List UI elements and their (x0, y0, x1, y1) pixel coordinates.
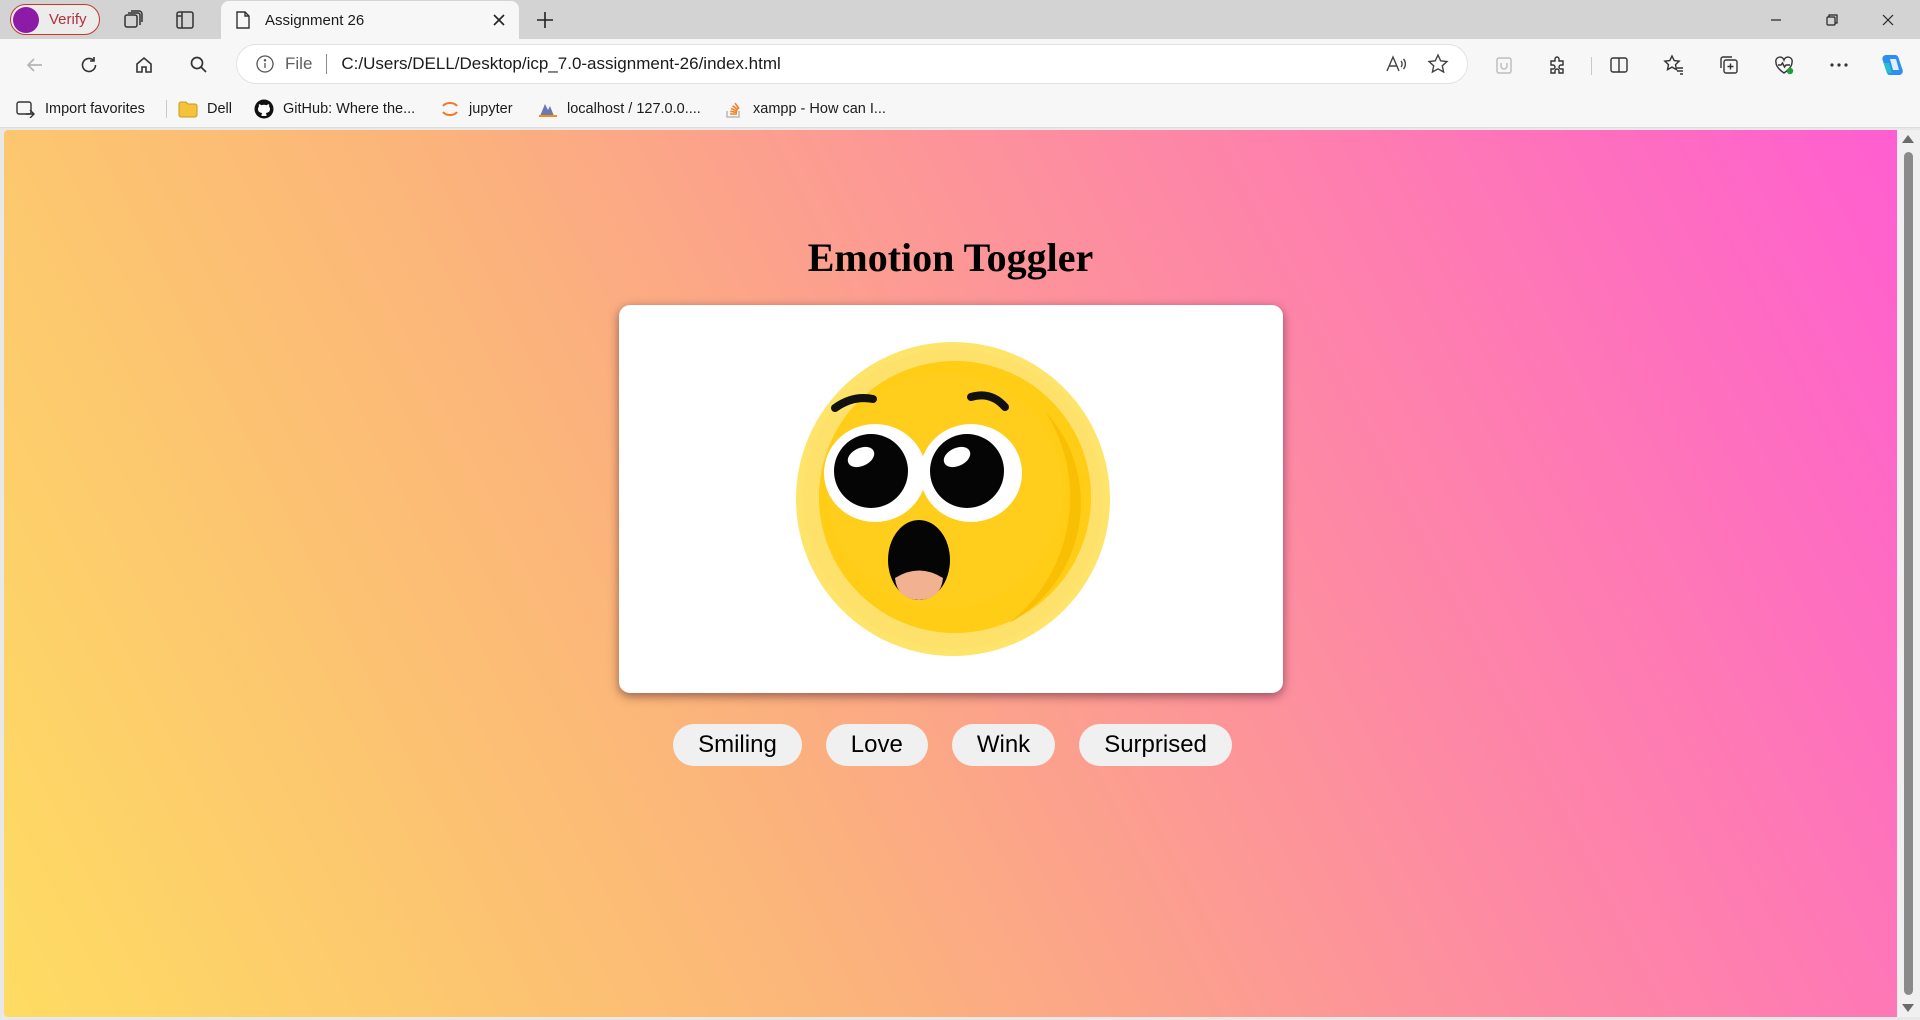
profile-verify-button[interactable]: Verify (10, 4, 100, 35)
url-text[interactable]: C:/Users/DELL/Desktop/icp_7.0-assignment… (341, 54, 1385, 74)
bookmark-label: Dell (207, 101, 232, 117)
scheme-label: File (285, 54, 313, 73)
stackoverflow-icon (724, 99, 744, 119)
smiling-button[interactable]: Smiling (673, 724, 802, 766)
more-options-icon[interactable] (1825, 51, 1853, 79)
new-tab-icon[interactable] (533, 8, 557, 32)
copilot-icon[interactable] (1878, 51, 1906, 79)
page-icon (235, 11, 251, 29)
tab-assignment-26[interactable]: Assignment 26 (221, 1, 519, 39)
bookmark-label: jupyter (469, 101, 513, 117)
close-icon[interactable] (485, 6, 513, 34)
bookmark-label: localhost / 127.0.0.... (567, 101, 701, 117)
bookmark-xampp[interactable]: xampp - How can I... (724, 98, 886, 120)
scrollbar-thumb[interactable] (1904, 152, 1913, 995)
vertical-tabs-icon[interactable] (173, 8, 197, 32)
profile-avatar (13, 6, 39, 33)
bookmark-github[interactable]: GitHub: Where the... (254, 98, 415, 120)
read-aloud-icon[interactable] (1385, 54, 1407, 74)
workspaces-icon[interactable] (121, 8, 145, 32)
address-divider (326, 54, 328, 74)
page-viewport: Emotion Toggler Smiling Love Wink Surpri… (4, 130, 1897, 1017)
extension-shield-icon[interactable] (1490, 51, 1518, 79)
back-icon[interactable] (20, 50, 50, 80)
minimize-icon[interactable] (1752, 4, 1800, 36)
browser-essentials-icon[interactable] (1770, 51, 1798, 79)
profile-verify-label: Verify (49, 11, 87, 28)
surprised-button[interactable]: Surprised (1079, 724, 1232, 766)
love-button[interactable]: Love (825, 724, 928, 766)
extensions-puzzle-icon[interactable] (1544, 51, 1572, 79)
favorites-icon[interactable] (1660, 51, 1688, 79)
surprised-emoji-icon (796, 342, 1110, 656)
bookmark-dell[interactable]: Dell (178, 98, 232, 120)
vertical-scrollbar[interactable] (1897, 130, 1920, 1017)
restore-icon[interactable] (1808, 4, 1856, 36)
scroll-up-arrow-icon[interactable] (1902, 135, 1914, 143)
window-close-icon[interactable] (1864, 4, 1912, 36)
bookmark-localhost[interactable]: localhost / 127.0.0.... (538, 98, 701, 120)
emoji-card (619, 305, 1283, 693)
bookmark-label: GitHub: Where the... (283, 101, 416, 117)
bookmark-import-favorites[interactable]: Import favorites (16, 98, 145, 120)
home-icon[interactable] (129, 50, 159, 80)
phpmyadmin-icon (538, 99, 558, 119)
favorite-star-icon[interactable] (1427, 53, 1449, 75)
github-icon (254, 99, 274, 119)
scroll-down-arrow-icon[interactable] (1902, 1004, 1914, 1012)
address-bar[interactable]: File C:/Users/DELL/Desktop/icp_7.0-assig… (236, 44, 1468, 84)
info-icon[interactable] (255, 54, 275, 74)
bookmark-divider (166, 100, 167, 118)
tab-title: Assignment 26 (265, 11, 365, 29)
page-title: Emotion Toggler (807, 235, 1094, 280)
bookmark-label: Import favorites (45, 101, 145, 117)
bookmarks-bar: Import favorites Dell GitHub: Where the.… (0, 90, 1920, 128)
collections-icon[interactable] (1715, 51, 1743, 79)
import-icon (16, 99, 36, 119)
tab-strip: Verify Assignment 26 (0, 0, 1920, 39)
wink-button[interactable]: Wink (951, 724, 1056, 766)
bookmark-jupyter[interactable]: jupyter (440, 98, 513, 120)
navigation-toolbar: File C:/Users/DELL/Desktop/icp_7.0-assig… (0, 39, 1920, 90)
bookmark-label: xampp - How can I... (753, 101, 886, 117)
emotion-button-row: Smiling Love Wink Surprised (4, 724, 1897, 766)
split-screen-icon[interactable] (1605, 51, 1633, 79)
toolbar-divider (1591, 57, 1592, 75)
jupyter-icon (440, 99, 460, 119)
refresh-icon[interactable] (74, 50, 104, 80)
folder-icon (178, 99, 198, 119)
search-icon[interactable] (184, 50, 214, 80)
